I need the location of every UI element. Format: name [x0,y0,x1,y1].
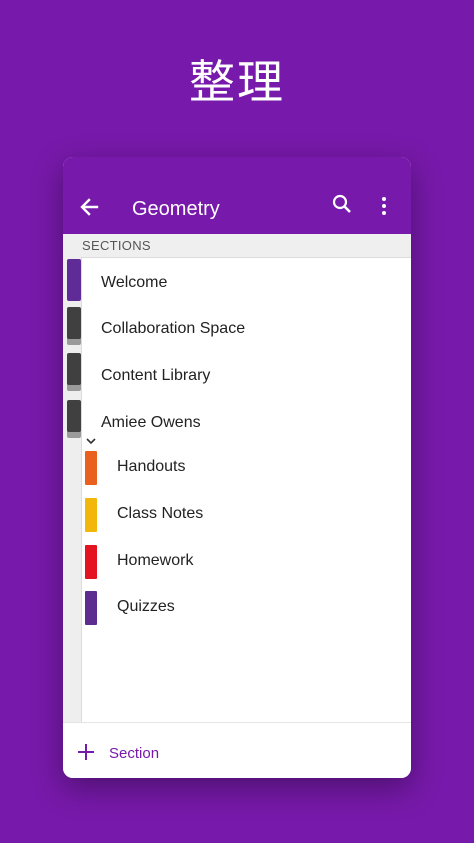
back-arrow-icon[interactable] [77,195,103,219]
section-label: Collaboration Space [101,320,246,337]
section-item-collaboration-space[interactable]: Collaboration Space [81,306,411,352]
plus-icon[interactable] [77,743,95,761]
section-color-tab [85,498,97,532]
section-label: Welcome [101,274,168,291]
notebook-stack-rail [63,257,82,722]
add-section-button[interactable]: Section [109,745,159,762]
notebook-tab-current[interactable] [67,259,81,301]
section-color-tab [85,591,97,625]
more-vert-icon[interactable] [378,195,390,217]
section-item-class-notes[interactable]: Class Notes [81,491,411,537]
notebook-title: Geometry [132,198,220,220]
section-label: Quizzes [117,598,175,615]
sections-header-label: SECTIONS [82,238,151,253]
section-item-content-library[interactable]: Content Library [81,353,411,399]
app-card: Geometry SECTIONS Welcome Collaboration … [63,157,411,778]
section-label: Handouts [117,458,186,475]
section-label: Homework [117,552,194,569]
section-color-tab [85,451,97,485]
section-label: Content Library [101,367,211,384]
search-icon[interactable] [331,193,353,215]
section-item-quizzes[interactable]: Quizzes [81,584,411,630]
section-item-homework[interactable]: Homework [81,538,411,584]
section-group-amiee-owens[interactable]: Amiee Owens [81,400,411,446]
section-item-welcome[interactable]: Welcome [81,260,411,306]
add-section-bar[interactable]: Section [63,722,411,778]
sections-header: SECTIONS [63,234,411,258]
section-item-handouts[interactable]: Handouts [81,444,411,490]
app-bar: Geometry [63,157,411,234]
promo-headline: 整理 [189,55,285,109]
notebook-tab[interactable] [67,353,81,385]
notebook-tab[interactable] [67,400,81,432]
notebook-tab[interactable] [67,307,81,339]
section-color-tab [85,545,97,579]
chevron-down-icon[interactable] [86,418,96,445]
section-label: Class Notes [117,505,204,522]
section-group-label: Amiee Owens [101,414,201,431]
